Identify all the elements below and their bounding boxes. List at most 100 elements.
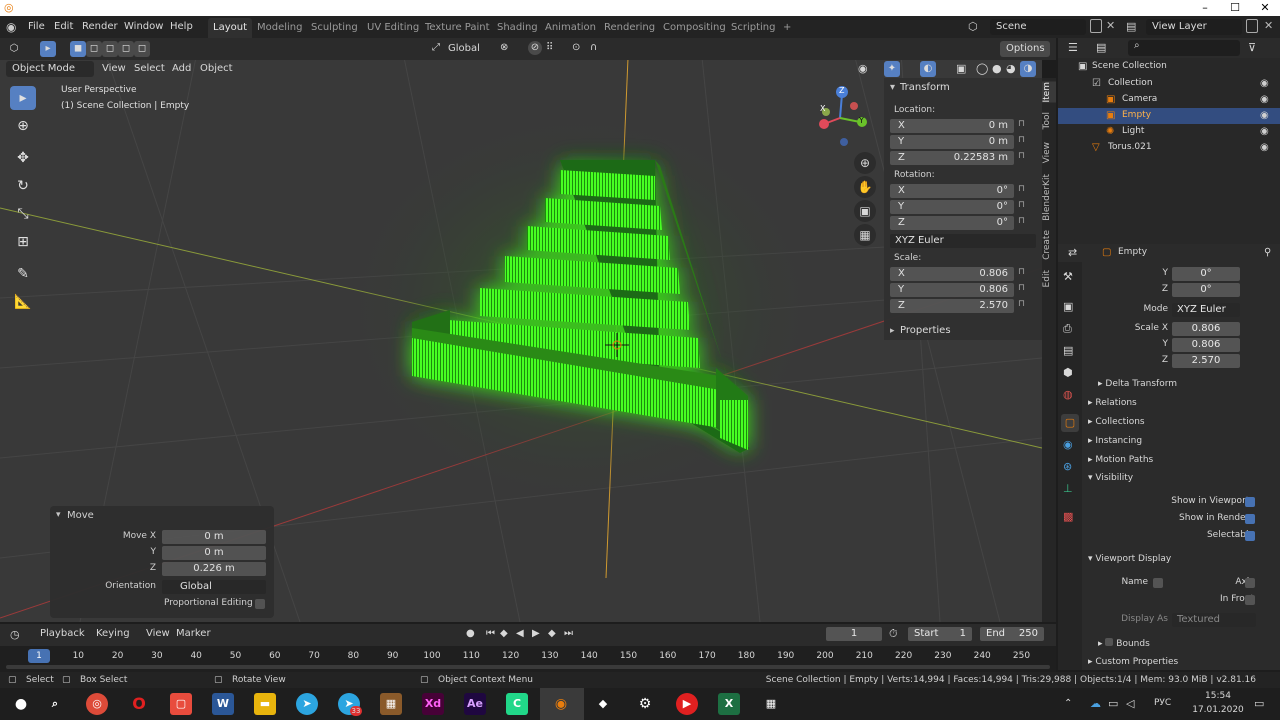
move-z-field[interactable]: 0.226 m (162, 562, 266, 576)
transform-tool-icon[interactable]: ⊞ (10, 230, 36, 254)
preview-range-icon[interactable]: ⏱ (889, 627, 898, 641)
options-dropdown[interactable]: Options (1000, 41, 1050, 57)
remove-view-layer-icon[interactable]: ✕ (1264, 19, 1273, 32)
select-subtract-icon[interactable]: ◻ (102, 41, 118, 57)
pivot-icon[interactable]: ⊗ (500, 42, 508, 53)
move-tool-icon[interactable]: ✥ (10, 146, 36, 170)
play-icon[interactable]: ▶ (532, 628, 540, 639)
prop-scale-x-field[interactable]: 0.806 (1172, 322, 1240, 336)
visibility-eye-icon[interactable]: ◉ (1260, 142, 1269, 153)
rotation-y-lock-icon[interactable]: ⊓ (1018, 200, 1025, 210)
selectable-checkbox[interactable] (1245, 531, 1255, 541)
tab-scripting[interactable]: Scripting (726, 18, 780, 38)
rotation-z-lock-icon[interactable]: ⊓ (1018, 216, 1025, 226)
rotate-tool-icon[interactable]: ↻ (10, 174, 36, 198)
maximize-button[interactable]: ☐ (1220, 0, 1250, 16)
sidebar-tab-blenderkit[interactable]: BlenderKit (1042, 174, 1056, 221)
settings-icon[interactable]: ⚙ (634, 693, 656, 715)
properties-expand-icon[interactable]: ▸ (890, 326, 895, 336)
snap-target-icon[interactable]: ⠿ (546, 42, 553, 53)
solid-shading-icon[interactable]: ● (992, 62, 1002, 75)
transform-collapse-icon[interactable]: ▾ (890, 82, 895, 93)
mode-dropdown[interactable]: Object Mode (6, 61, 94, 77)
move-collapse-icon[interactable]: ▾ (56, 510, 61, 520)
panel-motion-paths[interactable]: ▸ Motion Paths (1088, 455, 1153, 465)
close-button[interactable]: ✕ (1250, 0, 1280, 16)
select-invert-icon[interactable]: ◻ (118, 41, 134, 57)
tab-compositing[interactable]: Compositing (658, 18, 731, 38)
scene-name-field[interactable]: Scene (990, 19, 1086, 35)
vd-in-front-checkbox[interactable] (1245, 595, 1255, 605)
outliner-search-input[interactable]: ⌕ (1128, 40, 1240, 56)
add-workspace-button[interactable]: + (778, 18, 796, 38)
timeline-menu-keying[interactable]: Keying (92, 626, 134, 642)
wireframe-shading-icon[interactable]: ◯ (976, 62, 988, 75)
move-orientation-dropdown[interactable]: Global (162, 580, 266, 594)
visibility-panel[interactable]: ▾ Visibility (1088, 473, 1133, 483)
rotation-mode-dropdown[interactable]: XYZ Euler (890, 234, 1036, 248)
world-tab-icon[interactable]: ◍ (1063, 388, 1073, 401)
volume-icon[interactable]: ◁ (1126, 697, 1134, 710)
scale-y-field[interactable]: Y 0.806 (890, 283, 1014, 297)
bounds-panel[interactable]: ▸ Bounds (1098, 638, 1150, 649)
tool-settings-tab-icon[interactable]: ⚒ (1063, 270, 1073, 283)
scale-tool-icon[interactable]: ⤡ (10, 202, 36, 226)
view-layer-tab-icon[interactable]: ▤ (1063, 344, 1073, 357)
orientation-dropdown[interactable]: Global (448, 41, 492, 57)
frame-scrubber[interactable]: 1 10 20 30 40 50 60 70 80 90 100 110 120 130 140 150 160… (0, 646, 1056, 672)
prop-mode-dropdown[interactable]: XYZ Euler (1172, 303, 1240, 317)
rotation-x-field[interactable]: X 0° (890, 184, 1014, 198)
prop-rot-z-field[interactable]: 0° (1172, 283, 1240, 297)
custom-properties-panel[interactable]: ▸ Custom Properties (1088, 657, 1178, 667)
panel-collections[interactable]: ▸ Collections (1088, 417, 1145, 427)
camera-view-icon[interactable]: ▣ (854, 200, 876, 222)
tray-chevron-icon[interactable]: ⌃ (1064, 698, 1072, 709)
prop-scale-y-field[interactable]: 0.806 (1172, 338, 1240, 352)
onedrive-icon[interactable]: ☁ (1090, 697, 1101, 710)
select-new-icon[interactable]: ◼ (70, 41, 86, 57)
prev-keyframe-icon[interactable]: ◆ (500, 628, 508, 639)
pan-hand-icon[interactable]: ✋ (854, 176, 876, 198)
visibility-eye-icon[interactable]: ◉ (1260, 78, 1269, 89)
scale-x-field[interactable]: X 0.806 (890, 267, 1014, 281)
rotation-z-field[interactable]: Z 0° (890, 216, 1014, 230)
blender-menu-icon[interactable]: ◉ (6, 20, 16, 34)
outliner-row-collection[interactable]: ☑ Collection ◉ (1058, 76, 1280, 92)
unity-icon[interactable]: ◆ (592, 693, 614, 715)
language-indicator[interactable]: РУС (1154, 698, 1171, 708)
adobe-xd-icon[interactable]: Xd (422, 693, 444, 715)
visibility-eye-icon[interactable]: ◉ (1260, 94, 1269, 105)
tab-texture-paint[interactable]: Texture Paint (420, 18, 495, 38)
overlay-toggle-icon[interactable]: ◐ (920, 61, 936, 77)
sidebar-tab-item[interactable]: Item (1042, 82, 1056, 103)
location-z-field[interactable]: Z 0.22583 m (890, 151, 1014, 165)
excel-icon[interactable]: X (718, 693, 740, 715)
object-data-tab-icon[interactable]: ⊥ (1063, 482, 1073, 495)
word-icon[interactable]: W (212, 693, 234, 715)
jump-start-icon[interactable]: ⏮ (486, 628, 495, 639)
scale-x-lock-icon[interactable]: ⊓ (1018, 267, 1025, 277)
render-tab-icon[interactable]: ▣ (1063, 300, 1073, 313)
outliner-row-torus-021[interactable]: ▽ Torus.021 ◉ (1058, 140, 1280, 156)
scene-icon[interactable]: ⬡ (968, 20, 978, 33)
texture-tab-icon[interactable]: ▩ (1063, 510, 1073, 523)
properties-editor-icon[interactable]: ⇄ (1068, 246, 1077, 259)
select-extend-icon[interactable]: ◻ (86, 41, 102, 57)
location-y-field[interactable]: Y 0 m (890, 135, 1014, 149)
constraints-tab-icon[interactable]: ⊛ (1063, 460, 1072, 473)
view-layer-icon[interactable]: ▤ (1126, 20, 1136, 33)
scale-z-lock-icon[interactable]: ⊓ (1018, 299, 1025, 309)
display-mode-icon[interactable]: ▤ (1096, 41, 1106, 54)
menu-render[interactable]: Render (78, 19, 122, 35)
visibility-eye-icon[interactable]: ◉ (1260, 110, 1269, 121)
ortho-grid-icon[interactable]: ▦ (854, 224, 876, 246)
material-shading-icon[interactable]: ◕ (1006, 62, 1016, 75)
pin-icon[interactable]: ⚲ (1264, 247, 1271, 258)
output-tab-icon[interactable]: ⎙ (1063, 322, 1072, 336)
sidebar-tab-create[interactable]: Create (1042, 230, 1056, 260)
scene-tab-icon[interactable]: ⬢ (1063, 366, 1073, 379)
viewport-menu-view[interactable]: View (98, 61, 130, 77)
after-effects-icon[interactable]: Ae (464, 693, 486, 715)
move-y-field[interactable]: 0 m (162, 546, 266, 560)
blender-taskbar-icon[interactable]: ◉ (550, 693, 572, 715)
